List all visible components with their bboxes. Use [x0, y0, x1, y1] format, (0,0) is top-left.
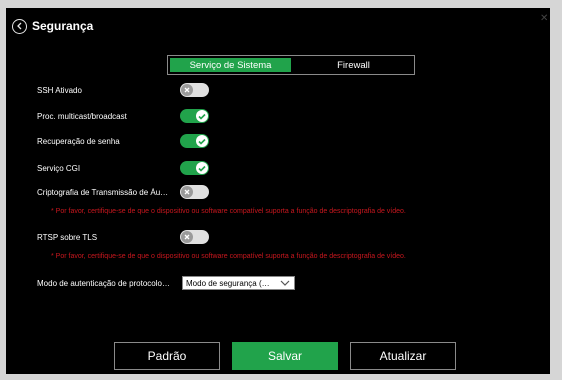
ssh-label: SSH Ativado — [37, 85, 82, 95]
back-button[interactable] — [12, 18, 27, 34]
refresh-button[interactable]: Atualizar — [350, 342, 456, 370]
page-header: Segurança — [12, 17, 93, 35]
save-button[interactable]: Salvar — [232, 342, 338, 370]
ssh-toggle[interactable] — [180, 83, 209, 97]
check-icon — [196, 110, 208, 122]
check-icon — [196, 162, 208, 174]
setting-row-rtsp-tls: RTSP sobre TLS — [37, 230, 177, 244]
multicast-label: Proc. multicast/broadcast — [37, 111, 127, 121]
chevron-left-icon — [17, 22, 22, 30]
rtsp-tls-label: RTSP sobre TLS — [37, 232, 98, 242]
rtsp-tls-warning: * Por favor, certifique-se de que o disp… — [51, 253, 406, 260]
setting-row-password-recovery: Recuperação de senha — [37, 134, 177, 148]
security-panel: ✕ Segurança Serviço de Sistema Firewall … — [6, 8, 550, 374]
setting-row-auth-mode: Modo de autenticação de protocolo… — [37, 276, 182, 290]
audio-encryption-toggle[interactable] — [180, 185, 209, 199]
password-recovery-label: Recuperação de senha — [37, 136, 120, 146]
auth-mode-select[interactable]: Modo de segurança (… — [182, 276, 295, 290]
setting-row-audio-encryption: Criptografia de Transmissão de Áu… — [37, 185, 177, 199]
chevron-down-icon — [280, 280, 290, 286]
tab-system-service[interactable]: Serviço de Sistema — [170, 58, 291, 72]
check-icon — [196, 135, 208, 147]
tab-firewall[interactable]: Firewall — [293, 56, 414, 74]
auth-mode-label: Modo de autenticação de protocolo… — [37, 278, 170, 288]
audio-encryption-warning: * Por favor, certifique-se de que o disp… — [51, 208, 406, 215]
setting-row-ssh: SSH Ativado — [37, 83, 177, 97]
cgi-label: Serviço CGI — [37, 163, 81, 173]
audio-encryption-label: Criptografia de Transmissão de Áu… — [37, 187, 169, 197]
page-title: Segurança — [32, 19, 94, 33]
rtsp-tls-toggle[interactable] — [180, 230, 209, 244]
auth-mode-value: Modo de segurança (… — [186, 278, 270, 288]
tab-bar: Serviço de Sistema Firewall — [167, 55, 415, 75]
x-icon — [181, 186, 193, 198]
password-recovery-toggle[interactable] — [180, 134, 209, 148]
cgi-toggle[interactable] — [180, 161, 209, 175]
close-icon[interactable]: ✕ — [540, 14, 548, 24]
x-icon — [181, 84, 193, 96]
default-button[interactable]: Padrão — [114, 342, 220, 370]
setting-row-multicast: Proc. multicast/broadcast — [37, 109, 177, 123]
multicast-toggle[interactable] — [180, 109, 209, 123]
x-icon — [181, 231, 193, 243]
setting-row-cgi: Serviço CGI — [37, 161, 177, 175]
